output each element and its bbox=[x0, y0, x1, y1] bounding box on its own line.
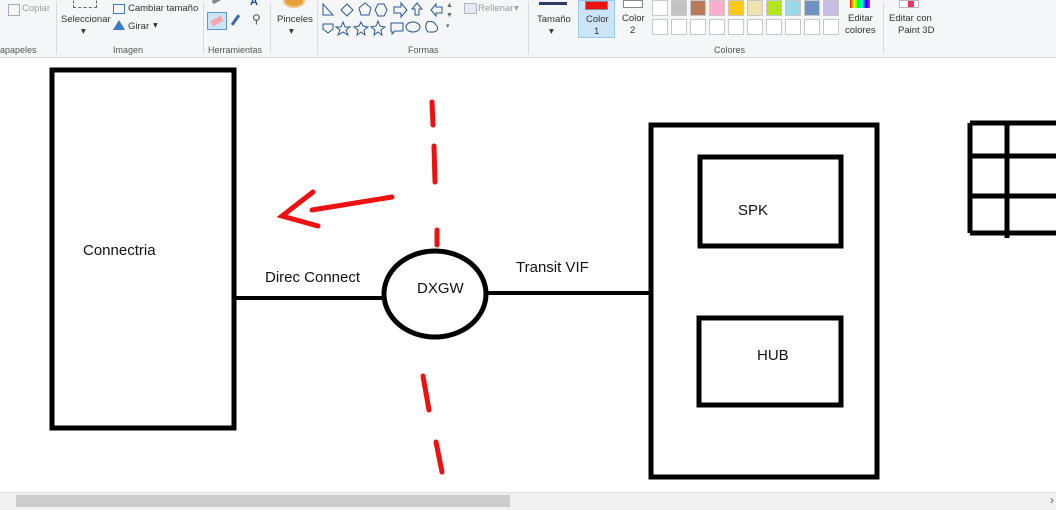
size-group: Tamaño ▾ bbox=[529, 0, 575, 57]
palette-swatch[interactable] bbox=[709, 19, 725, 35]
fill-icon bbox=[464, 3, 477, 14]
brushes-button[interactable]: Pinceles bbox=[277, 14, 313, 25]
copy-icon bbox=[8, 4, 20, 16]
brush-icon bbox=[283, 0, 305, 8]
edit-colors-label-1: Editar bbox=[848, 13, 873, 24]
eraser-icon[interactable] bbox=[207, 12, 227, 30]
hub-label: HUB bbox=[757, 347, 789, 364]
scroll-right-arrow-icon[interactable]: › bbox=[1050, 493, 1054, 507]
palette-swatch[interactable] bbox=[652, 0, 668, 16]
palette-swatch[interactable] bbox=[671, 0, 687, 16]
brushes-dropdown-chevron[interactable]: ▾ bbox=[289, 26, 294, 37]
rotate-button[interactable]: Girar bbox=[128, 21, 149, 32]
text-tool-icon[interactable]: A bbox=[250, 0, 258, 8]
edit-colors-button[interactable]: Editar colores bbox=[842, 0, 880, 40]
palette-swatch[interactable] bbox=[747, 0, 763, 16]
clipboard-group-label: apapeles bbox=[0, 45, 37, 55]
color2-swatch bbox=[623, 0, 643, 8]
tools-group: A ⚲ Herramientas bbox=[204, 0, 270, 57]
color-palette bbox=[652, 0, 842, 40]
palette-swatch[interactable] bbox=[671, 19, 687, 35]
shapes-gallery[interactable] bbox=[320, 0, 456, 37]
shapes-group: ▲ ▼ ▾ Rellenar ▾ Formas bbox=[318, 0, 528, 57]
spk-label: SPK bbox=[738, 202, 769, 219]
palette-swatch[interactable] bbox=[652, 19, 668, 35]
palette-swatch[interactable] bbox=[728, 0, 744, 16]
ribbon-toolbar: Copiar apapeles Seleccionar ▾ Cambiar ta… bbox=[0, 0, 1056, 58]
rainbow-icon bbox=[850, 0, 870, 8]
paint3d-icon bbox=[899, 0, 919, 8]
line-size-icon bbox=[539, 2, 567, 5]
partial-grid-shape bbox=[967, 120, 1056, 238]
scrollbar-thumb[interactable] bbox=[16, 495, 510, 507]
shapes-expand-button[interactable]: ▾ bbox=[446, 22, 450, 30]
rotate-dropdown-chevron[interactable]: ▾ bbox=[153, 20, 158, 31]
image-group: Seleccionar ▾ Cambiar tamaño Girar ▾ Ima… bbox=[57, 0, 203, 57]
paint3d-label-1: Editar con bbox=[889, 13, 932, 24]
edit-colors-label-2: colores bbox=[845, 25, 876, 36]
palette-swatch[interactable] bbox=[785, 19, 801, 35]
color-picker-icon[interactable] bbox=[230, 14, 241, 26]
shapes-scroll-up[interactable]: ▲ bbox=[446, 2, 453, 9]
drawing-canvas[interactable]: Connectria Direc Connect DXGW Transit VI… bbox=[0, 58, 1056, 492]
palette-swatch[interactable] bbox=[690, 0, 706, 16]
palette-swatch[interactable] bbox=[804, 19, 820, 35]
shapes-gallery-icons bbox=[322, 1, 443, 37]
shapes-scroll-down[interactable]: ▼ bbox=[446, 12, 453, 19]
color1-button[interactable]: Color 1 bbox=[578, 0, 615, 38]
color1-swatch bbox=[585, 1, 608, 10]
colors-group-label: Colores bbox=[714, 45, 746, 55]
tools-group-label: Herramientas bbox=[208, 45, 263, 55]
paint3d-label-2: Paint 3D bbox=[898, 25, 935, 36]
direct-connect-label: Direc Connect bbox=[265, 269, 361, 286]
connectria-label: Connectria bbox=[83, 242, 156, 259]
select-dropdown-chevron[interactable]: ▾ bbox=[81, 26, 86, 37]
pencil-icon[interactable] bbox=[211, 0, 223, 5]
palette-swatch[interactable] bbox=[823, 0, 839, 16]
select-button[interactable]: Seleccionar bbox=[61, 14, 111, 25]
palette-swatch[interactable] bbox=[747, 19, 763, 35]
edit-with-paint3d-button[interactable]: Editar con Paint 3D bbox=[885, 0, 935, 40]
resize-button[interactable]: Cambiar tamaño bbox=[128, 3, 198, 14]
palette-swatch[interactable] bbox=[785, 0, 801, 16]
color2-number: 2 bbox=[630, 25, 636, 36]
brushes-group: Pinceles ▾ bbox=[271, 0, 317, 57]
spk-box bbox=[697, 154, 844, 249]
color1-label: Color bbox=[586, 14, 609, 25]
clipboard-group: Copiar apapeles bbox=[0, 0, 56, 57]
horizontal-scrollbar[interactable]: › bbox=[0, 492, 1056, 510]
size-dropdown-chevron[interactable]: ▾ bbox=[549, 26, 554, 37]
fill-button[interactable]: Rellenar bbox=[478, 3, 513, 14]
size-button[interactable]: Tamaño bbox=[537, 14, 571, 25]
color1-number: 1 bbox=[594, 26, 600, 37]
palette-swatch[interactable] bbox=[728, 19, 744, 35]
fill-dropdown-chevron[interactable]: ▾ bbox=[514, 3, 519, 14]
magnifier-icon[interactable]: ⚲ bbox=[252, 12, 261, 26]
palette-swatch[interactable] bbox=[690, 19, 706, 35]
palette-swatch[interactable] bbox=[766, 0, 782, 16]
select-icon bbox=[73, 0, 97, 8]
color2-button[interactable]: Color 2 bbox=[617, 0, 651, 38]
palette-swatch[interactable] bbox=[804, 0, 820, 16]
shapes-group-label: Formas bbox=[408, 45, 439, 55]
color2-label: Color bbox=[622, 13, 645, 24]
image-group-label: Imagen bbox=[113, 45, 144, 55]
palette-swatch[interactable] bbox=[823, 19, 839, 35]
dxgw-label: DXGW bbox=[417, 280, 464, 297]
separator bbox=[883, 2, 884, 54]
copy-button[interactable]: Copiar bbox=[22, 3, 50, 14]
palette-swatch[interactable] bbox=[709, 0, 725, 16]
palette-swatch[interactable] bbox=[766, 19, 782, 35]
resize-icon bbox=[113, 4, 125, 14]
transit-vif-label: Transit VIF bbox=[516, 259, 589, 276]
red-arrow bbox=[276, 189, 395, 229]
rotate-icon bbox=[113, 20, 125, 30]
